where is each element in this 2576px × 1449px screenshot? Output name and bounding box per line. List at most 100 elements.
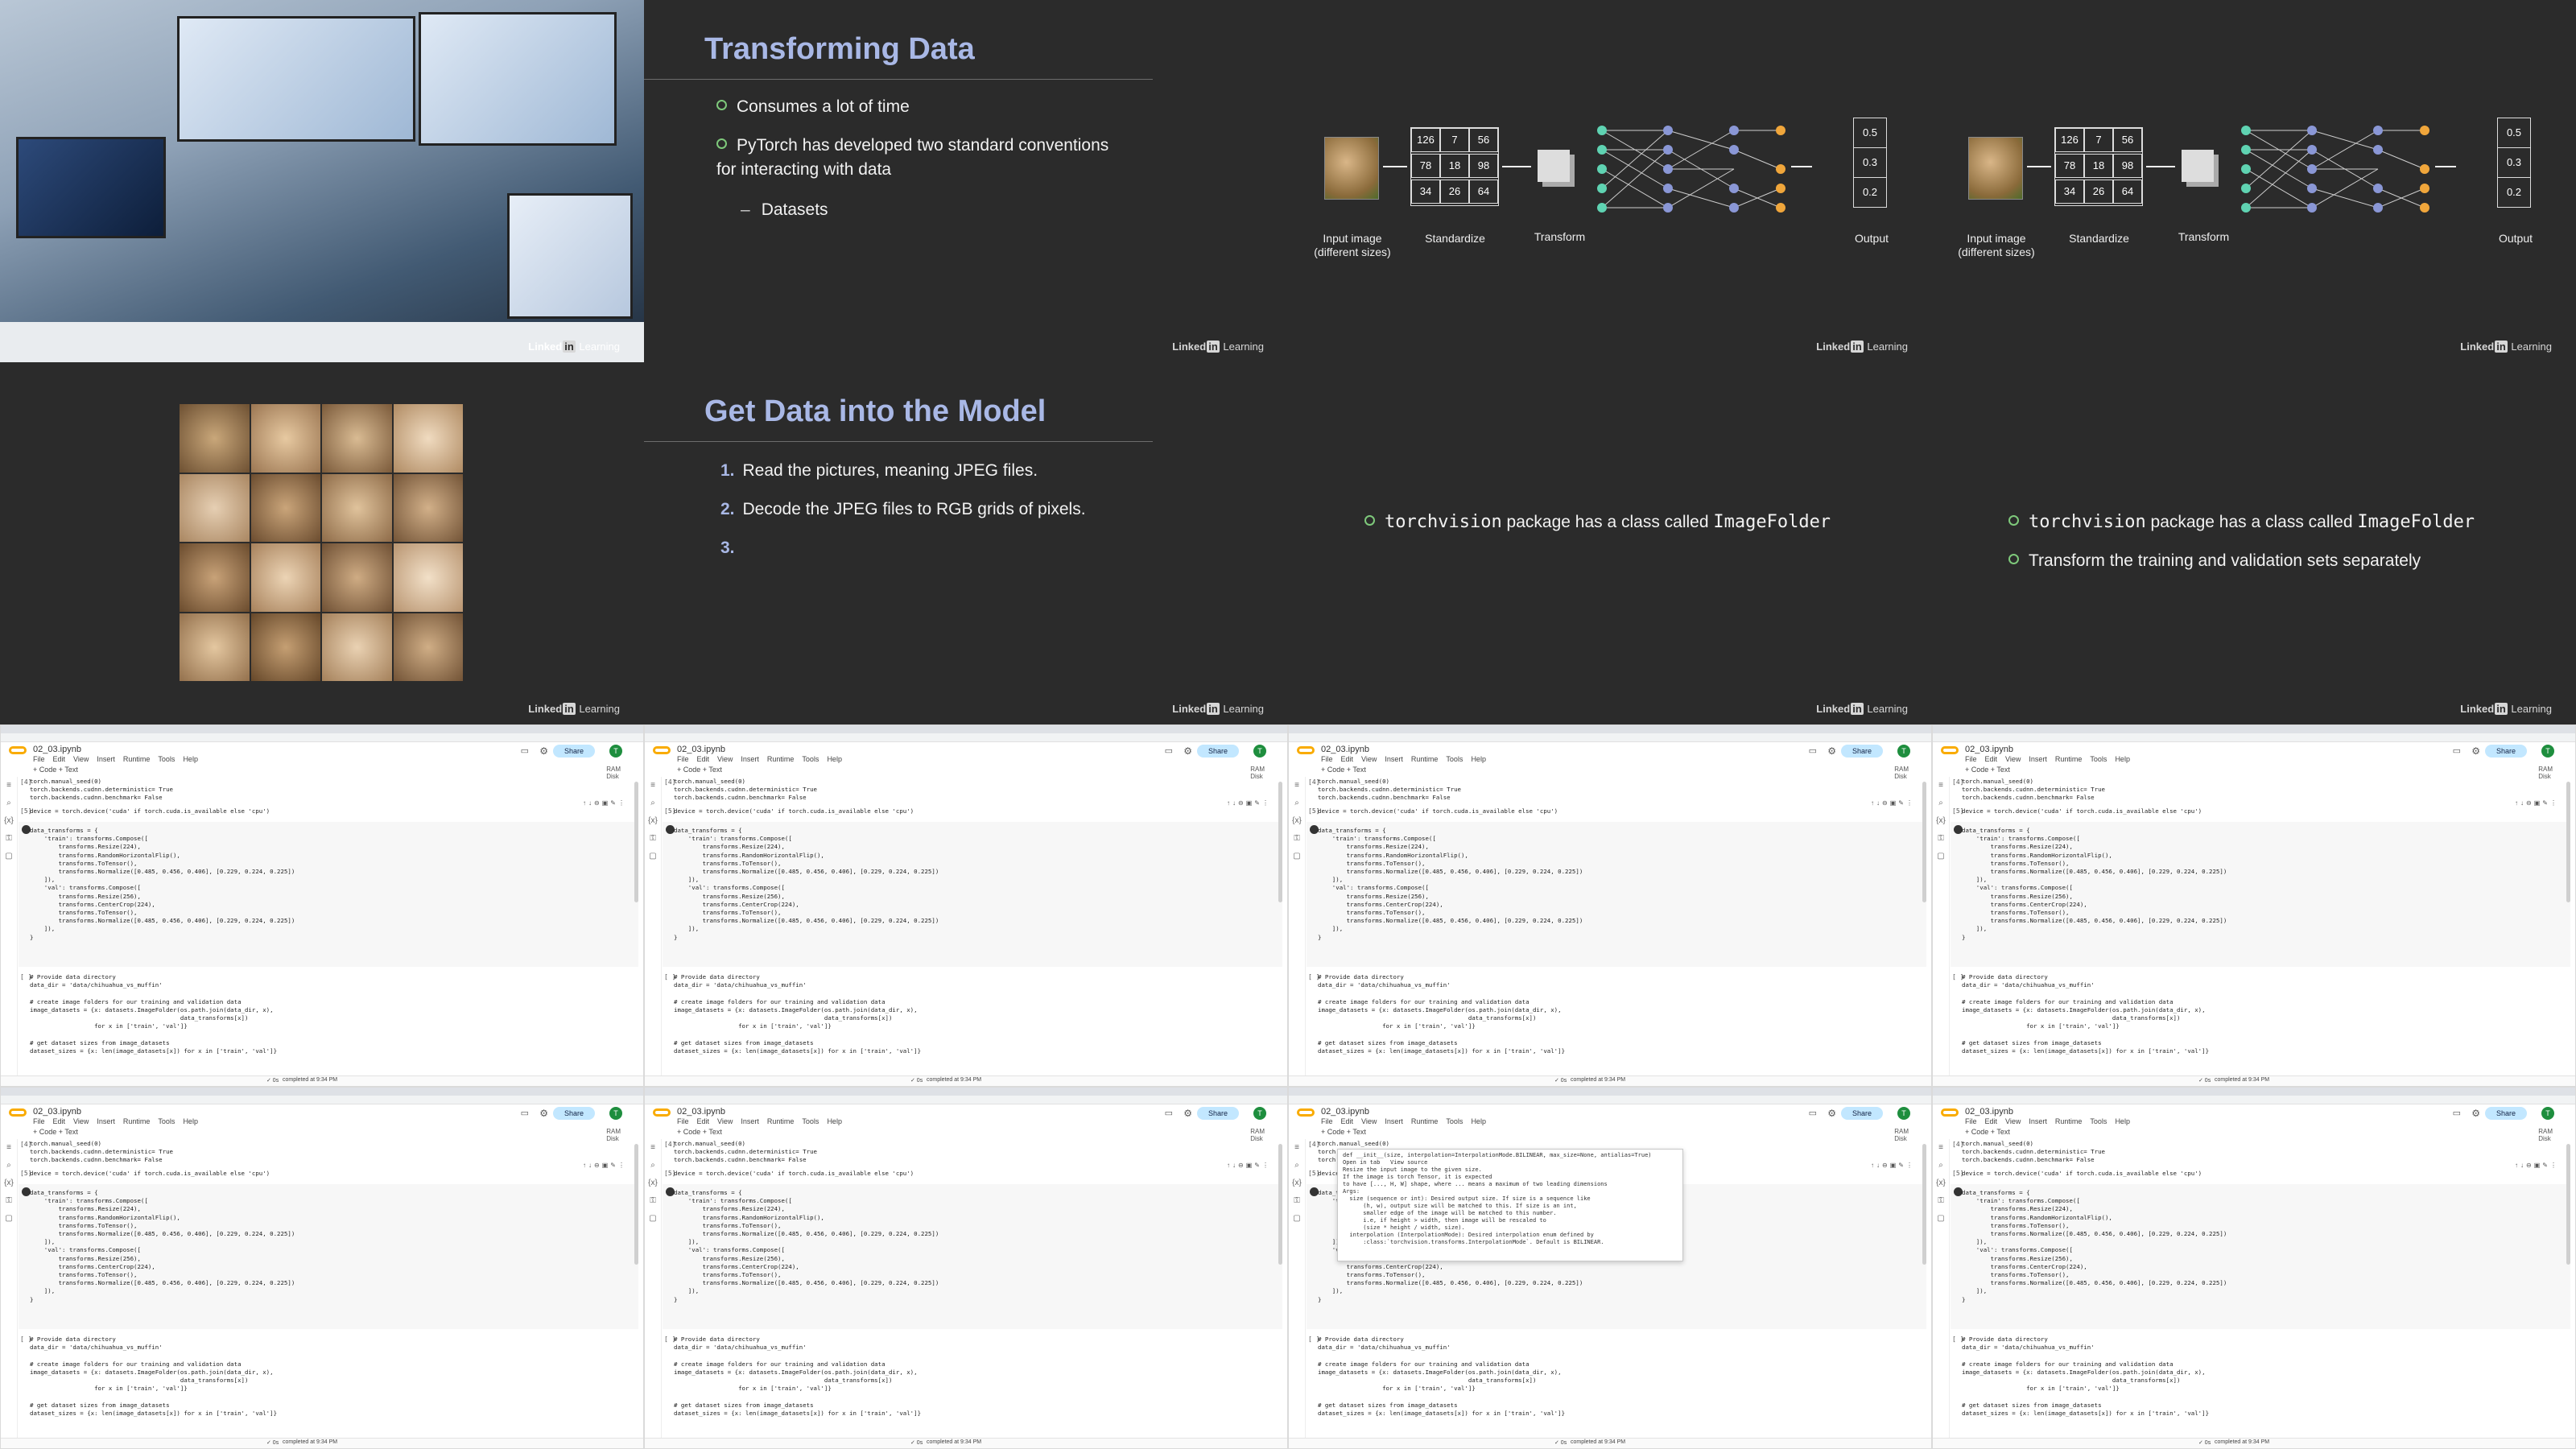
folder-icon[interactable]: ▢ bbox=[1933, 848, 1949, 865]
menu-runtime[interactable]: Runtime bbox=[123, 755, 151, 763]
gear-icon[interactable]: ⚙ bbox=[1183, 745, 1192, 757]
cell-toolbar[interactable]: ↑↓⊖▣✎⋮ bbox=[1871, 1162, 1915, 1169]
key-icon[interactable]: ⚿ bbox=[1289, 1192, 1305, 1210]
gear-icon[interactable]: ⚙ bbox=[539, 745, 548, 757]
address-bar[interactable] bbox=[1, 1096, 643, 1104]
cell-toolbar[interactable]: ↑↓⊖▣✎⋮ bbox=[2515, 1162, 2559, 1169]
menu-edit[interactable]: Edit bbox=[1985, 755, 1998, 763]
menu-edit[interactable]: Edit bbox=[1985, 1117, 1998, 1125]
menu-file[interactable]: File bbox=[33, 1117, 45, 1125]
code-cell-transforms[interactable]: data_transforms = { 'train': transforms.… bbox=[30, 827, 295, 942]
notebook-filename[interactable]: 02_03.ipynb bbox=[677, 745, 725, 754]
ram-disk-indicator[interactable]: RAM Disk bbox=[1250, 766, 1265, 780]
gear-icon[interactable]: ⚙ bbox=[2471, 745, 2480, 757]
add-cell-toolbar[interactable]: + Code + Text bbox=[1965, 1128, 2010, 1136]
search-icon[interactable]: ⌕ bbox=[1933, 1157, 1949, 1174]
folder-icon[interactable]: ▢ bbox=[1289, 848, 1305, 865]
code-icon[interactable]: {x} bbox=[1289, 812, 1305, 830]
code-cell-datasets[interactable]: # Provide data directory data_dir = 'dat… bbox=[1318, 973, 1565, 1055]
code-cell-transforms[interactable]: data_transforms = { 'train': transforms.… bbox=[1318, 827, 1583, 942]
code-cell-seed[interactable]: torch.manual_seed(0) torch.backends.cudn… bbox=[1318, 778, 1461, 803]
menu-edit[interactable]: Edit bbox=[53, 755, 66, 763]
code-icon[interactable]: {x} bbox=[645, 1174, 661, 1192]
code-icon[interactable]: {x} bbox=[1, 812, 17, 830]
menu-insert[interactable]: Insert bbox=[2029, 755, 2047, 763]
thumb-diagram-2[interactable]: Input image (different sizes) 126 7 56 78 1… bbox=[1932, 0, 2576, 362]
menu-help[interactable]: Help bbox=[183, 1117, 198, 1125]
menu-edit[interactable]: Edit bbox=[697, 1117, 710, 1125]
thumb-colab-7[interactable]: 02_03.ipynb File Edit View Insert Runtime Too… bbox=[1288, 1087, 1932, 1449]
menu-runtime[interactable]: Runtime bbox=[123, 1117, 151, 1125]
code-icon[interactable]: {x} bbox=[645, 812, 661, 830]
address-bar[interactable] bbox=[1933, 1096, 2575, 1104]
thumb-colab-3[interactable]: 02_03.ipynb File Edit View Insert Runtime Too… bbox=[1288, 724, 1932, 1087]
avatar[interactable]: T bbox=[609, 1107, 622, 1120]
code-cell-datasets[interactable]: # Provide data directory data_dir = 'dat… bbox=[674, 1335, 921, 1418]
comment-icon[interactable]: ▭ bbox=[521, 745, 529, 756]
code-cell-device[interactable]: device = torch.device('cuda' if torch.cu… bbox=[1318, 807, 1558, 815]
thumb-torchvision-2[interactable]: torchvision package has a class called I… bbox=[1932, 362, 2576, 724]
toc-icon[interactable]: ≡ bbox=[645, 1139, 661, 1157]
add-cell-toolbar[interactable]: + Code + Text bbox=[1965, 766, 2010, 774]
code-cell-device[interactable]: device = torch.device('cuda' if torch.cu… bbox=[674, 1170, 914, 1178]
scrollbar[interactable] bbox=[634, 782, 638, 902]
code-icon[interactable]: {x} bbox=[1933, 812, 1949, 830]
address-bar[interactable] bbox=[1, 733, 643, 742]
code-cell-device[interactable]: device = torch.device('cuda' if torch.cu… bbox=[30, 807, 270, 815]
key-icon[interactable]: ⚿ bbox=[1933, 1192, 1949, 1210]
folder-icon[interactable]: ▢ bbox=[1, 1210, 17, 1228]
ram-disk-indicator[interactable]: RAM Disk bbox=[1894, 766, 1909, 780]
address-bar[interactable] bbox=[645, 733, 1287, 742]
scrollbar[interactable] bbox=[2566, 1144, 2570, 1265]
menu-view[interactable]: View bbox=[73, 1117, 89, 1125]
add-cell-toolbar[interactable]: + Code + Text bbox=[33, 766, 78, 774]
toc-icon[interactable]: ≡ bbox=[1933, 777, 1949, 795]
thumb-transforming-data[interactable]: Transforming Data Consumes a lot of time… bbox=[644, 0, 1288, 362]
cell-toolbar[interactable]: ↑↓⊖▣✎⋮ bbox=[1871, 799, 1915, 807]
share-button[interactable]: Share bbox=[553, 745, 595, 758]
menu-file[interactable]: File bbox=[1965, 755, 1977, 763]
gear-icon[interactable]: ⚙ bbox=[1827, 745, 1836, 757]
gear-icon[interactable]: ⚙ bbox=[1827, 1108, 1836, 1119]
menu-insert[interactable]: Insert bbox=[97, 1117, 115, 1125]
ram-disk-indicator[interactable]: RAM Disk bbox=[2538, 766, 2553, 780]
thumb-colab-4[interactable]: 02_03.ipynb File Edit View Insert Runtime Too… bbox=[1932, 724, 2576, 1087]
key-icon[interactable]: ⚿ bbox=[1933, 830, 1949, 848]
code-cell-device[interactable]: device = torch.device('cuda' if torch.cu… bbox=[674, 807, 914, 815]
scrollbar[interactable] bbox=[1922, 1144, 1926, 1265]
code-cell-datasets[interactable]: # Provide data directory data_dir = 'dat… bbox=[1318, 1335, 1565, 1418]
comment-icon[interactable]: ▭ bbox=[1809, 1108, 1817, 1118]
menu-file[interactable]: File bbox=[33, 755, 45, 763]
menu-view[interactable]: View bbox=[1361, 1117, 1377, 1125]
menu-help[interactable]: Help bbox=[2115, 755, 2130, 763]
toc-icon[interactable]: ≡ bbox=[1289, 777, 1305, 795]
folder-icon[interactable]: ▢ bbox=[1, 848, 17, 865]
code-cell-transforms[interactable]: data_transforms = { 'train': transforms.… bbox=[674, 827, 939, 942]
menu-insert[interactable]: Insert bbox=[741, 755, 759, 763]
folder-icon[interactable]: ▢ bbox=[645, 1210, 661, 1228]
folder-icon[interactable]: ▢ bbox=[1933, 1210, 1949, 1228]
code-cell-transforms[interactable]: data_transforms = { 'train': transforms.… bbox=[674, 1189, 939, 1304]
menu-insert[interactable]: Insert bbox=[97, 755, 115, 763]
menu-runtime[interactable]: Runtime bbox=[767, 755, 795, 763]
menu-tools[interactable]: Tools bbox=[2090, 1117, 2107, 1125]
avatar[interactable]: T bbox=[2541, 745, 2554, 758]
ram-disk-indicator[interactable]: RAM Disk bbox=[1894, 1128, 1909, 1142]
add-cell-toolbar[interactable]: + Code + Text bbox=[1321, 1128, 1366, 1136]
add-cell-toolbar[interactable]: + Code + Text bbox=[1321, 766, 1366, 774]
code-cell-seed[interactable]: torch.manual_seed(0) torch.backends.cudn… bbox=[30, 778, 173, 803]
comment-icon[interactable]: ▭ bbox=[2453, 1108, 2461, 1118]
search-icon[interactable]: ⌕ bbox=[645, 1157, 661, 1174]
menu-view[interactable]: View bbox=[73, 755, 89, 763]
menu-help[interactable]: Help bbox=[1471, 1117, 1486, 1125]
toc-icon[interactable]: ≡ bbox=[1289, 1139, 1305, 1157]
comment-icon[interactable]: ▭ bbox=[1165, 745, 1173, 756]
toc-icon[interactable]: ≡ bbox=[645, 777, 661, 795]
avatar[interactable]: T bbox=[1897, 1107, 1910, 1120]
avatar[interactable]: T bbox=[1253, 1107, 1266, 1120]
menu-tools[interactable]: Tools bbox=[2090, 755, 2107, 763]
share-button[interactable]: Share bbox=[2485, 1107, 2527, 1120]
gear-icon[interactable]: ⚙ bbox=[539, 1108, 548, 1119]
menu-view[interactable]: View bbox=[2005, 755, 2021, 763]
cell-toolbar[interactable]: ↑↓⊖▣✎⋮ bbox=[2515, 799, 2559, 807]
